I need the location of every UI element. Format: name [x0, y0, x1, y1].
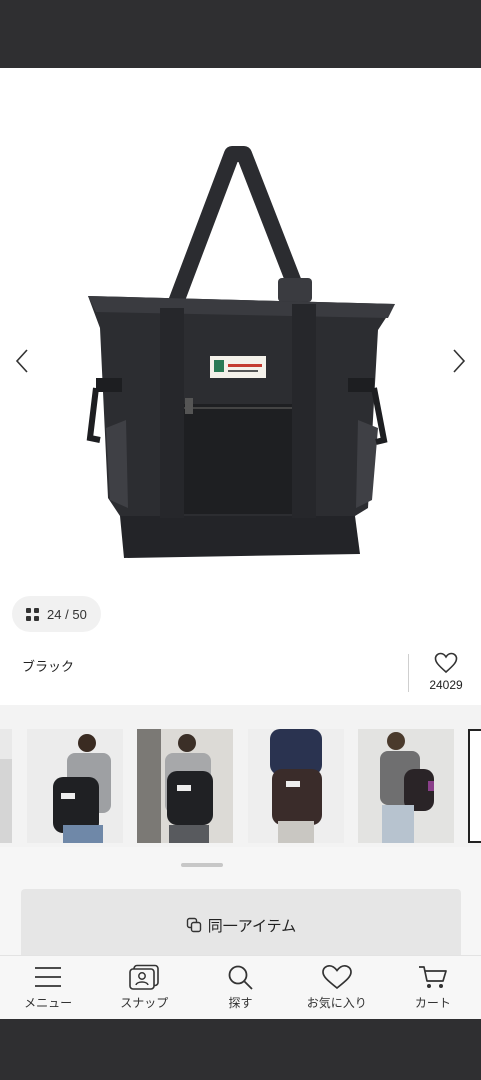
heart-icon — [434, 652, 458, 674]
snap-thumbnail[interactable] — [248, 729, 344, 843]
status-bar — [0, 0, 481, 68]
same-item-label: 同一アイテム — [207, 917, 297, 935]
image-counter-button[interactable]: 24 / 50 — [12, 596, 101, 632]
snap-thumbnail[interactable] — [358, 729, 454, 843]
tab-cart[interactable]: カート — [385, 956, 481, 1019]
menu-icon — [35, 967, 62, 987]
snap-thumbnail[interactable] — [0, 729, 12, 843]
color-name: ブラック — [22, 659, 75, 674]
favorite-count: 24029 — [429, 678, 463, 692]
search-icon — [228, 965, 253, 990]
bottom-sheet[interactable]: 同一アイテム — [0, 847, 481, 961]
product-image-gallery[interactable]: 24 / 50 — [0, 68, 481, 640]
chevron-left-icon — [15, 349, 28, 373]
snap-thumbnail-selected[interactable] — [468, 729, 481, 843]
counter-separator: / — [65, 606, 69, 622]
same-item-button[interactable]: 同一アイテム — [21, 889, 461, 961]
tab-label: 探す — [228, 996, 253, 1010]
grid-icon — [26, 607, 39, 621]
snap-thumbnail[interactable] — [137, 729, 233, 843]
tab-menu[interactable]: メニュー — [0, 956, 96, 1019]
favorite-button[interactable]: 24029 — [416, 652, 476, 692]
product-image — [86, 146, 395, 558]
product-info-row: ブラック 24029 — [0, 640, 481, 705]
bottom-tab-bar: メニュー スナップ 探す お気に入り カート — [0, 955, 481, 1019]
gallery-next-button[interactable] — [444, 343, 474, 379]
system-nav-bar — [0, 1019, 481, 1080]
tab-search[interactable]: 探す — [192, 956, 288, 1019]
snap-thumbnail[interactable] — [27, 729, 123, 843]
heart-icon — [321, 964, 352, 990]
divider — [408, 654, 409, 692]
tab-label: スナップ — [120, 996, 169, 1010]
sheet-drag-handle[interactable] — [181, 863, 223, 867]
counter-current: 24 — [47, 606, 62, 622]
counter-total: 50 — [72, 606, 87, 622]
gallery-prev-button[interactable] — [7, 343, 37, 379]
tab-snap[interactable]: スナップ — [96, 956, 192, 1019]
copy-icon — [186, 917, 201, 933]
tab-label: メニュー — [24, 996, 73, 1010]
tab-label: お気に入り — [306, 996, 367, 1010]
tab-label: カート — [414, 996, 451, 1010]
cart-icon — [418, 966, 447, 988]
snap-icon — [129, 964, 160, 990]
tab-favorites[interactable]: お気に入り — [289, 956, 385, 1019]
snap-strip[interactable] — [0, 705, 481, 857]
chevron-right-icon — [453, 349, 466, 373]
